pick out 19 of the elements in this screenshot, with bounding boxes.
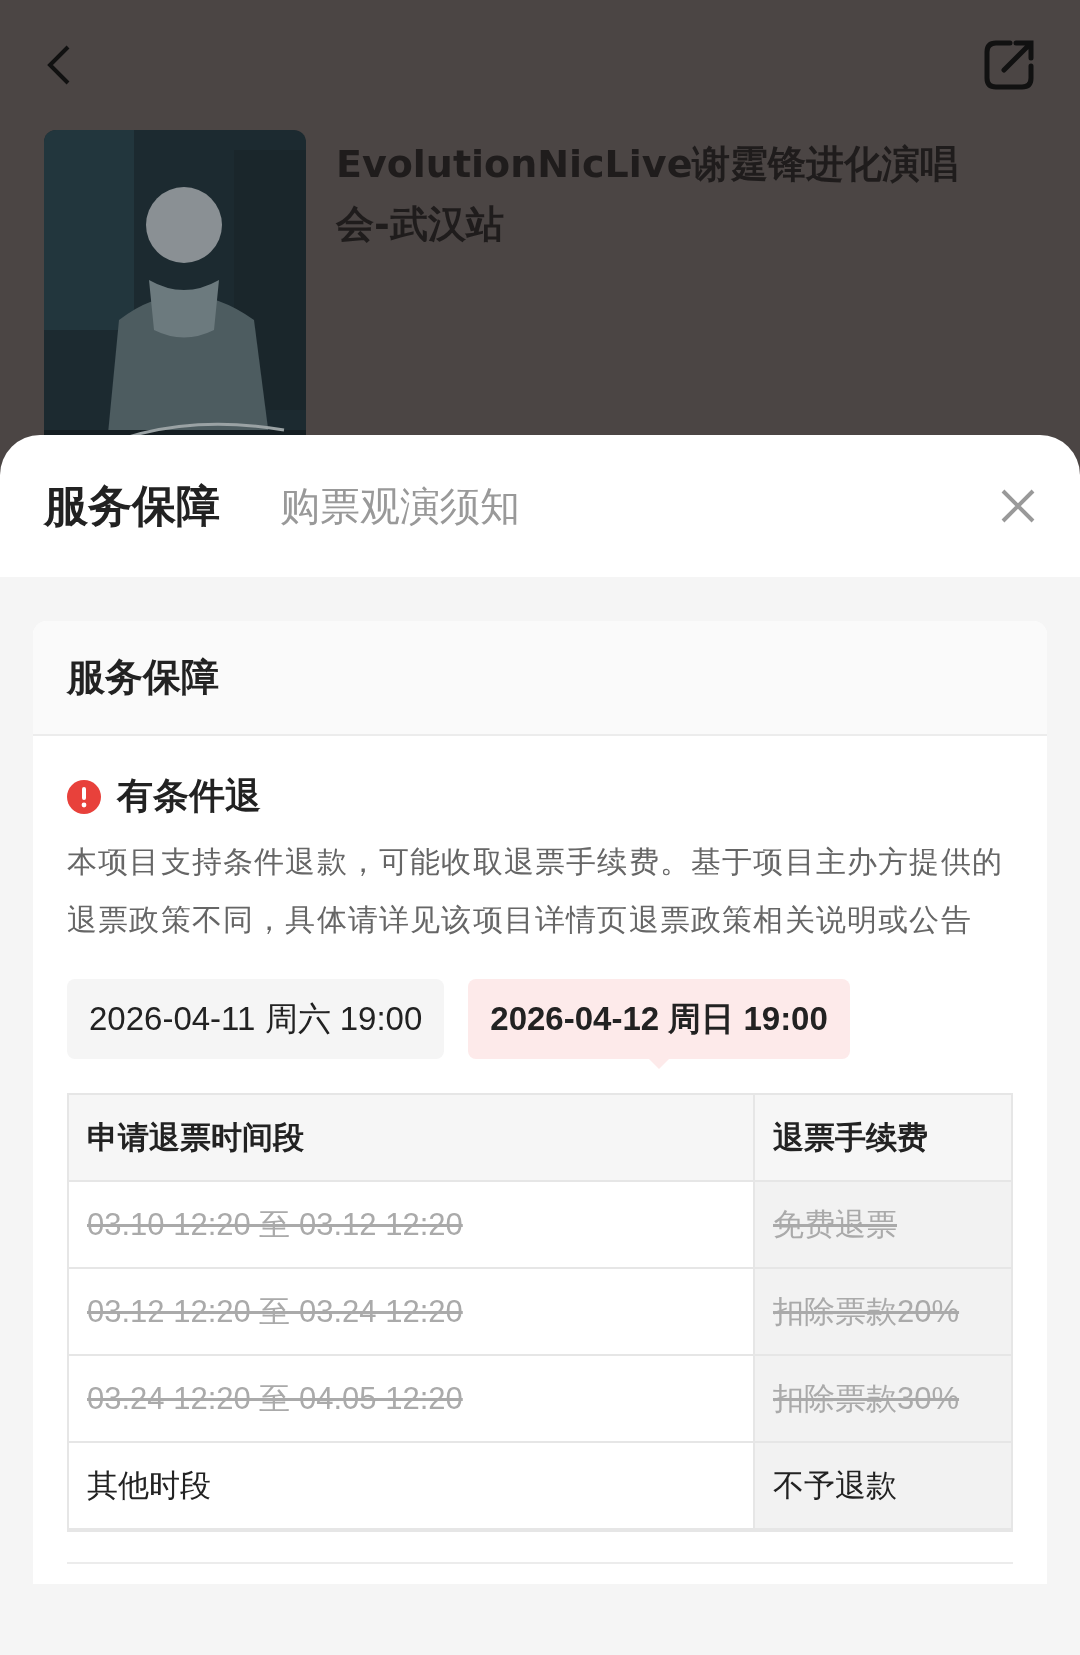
date-option[interactable]: 2026-04-12 周日 19:00 [468, 979, 850, 1059]
share-icon[interactable] [982, 38, 1036, 92]
table-cell: 其他时段 [69, 1443, 755, 1530]
close-icon[interactable] [1000, 488, 1036, 524]
tab[interactable]: 服务保障 [44, 476, 220, 536]
table-cell: 03.10 12:20 至 03.12 12:20 [69, 1182, 755, 1269]
date-option[interactable]: 2026-04-11 周六 19:00 [67, 979, 445, 1059]
column-header: 申请退票时间段 [69, 1095, 755, 1182]
card-title: 服务保障 [67, 654, 219, 701]
policy-title: 有条件退 [117, 774, 261, 818]
table-cell: 03.12 12:20 至 03.24 12:20 [69, 1269, 755, 1356]
policy-description: 本项目支持条件退款，可能收取退票手续费。基于项目主办方提供的退票政策不同，具体请详见该项目详情页退票政策相关说明或公告 [67, 843, 1004, 939]
table-cell: 扣除票款20% [755, 1269, 1011, 1356]
table-cell: 免费退票 [755, 1182, 1011, 1269]
warning-icon [67, 779, 101, 814]
column-header: 退票手续费 [755, 1095, 1011, 1182]
table-cell: 不予退款 [755, 1443, 1011, 1530]
table-cell: 03.24 12:20 至 04.05 12:20 [69, 1356, 755, 1443]
table-cell: 扣除票款30% [755, 1356, 1011, 1443]
